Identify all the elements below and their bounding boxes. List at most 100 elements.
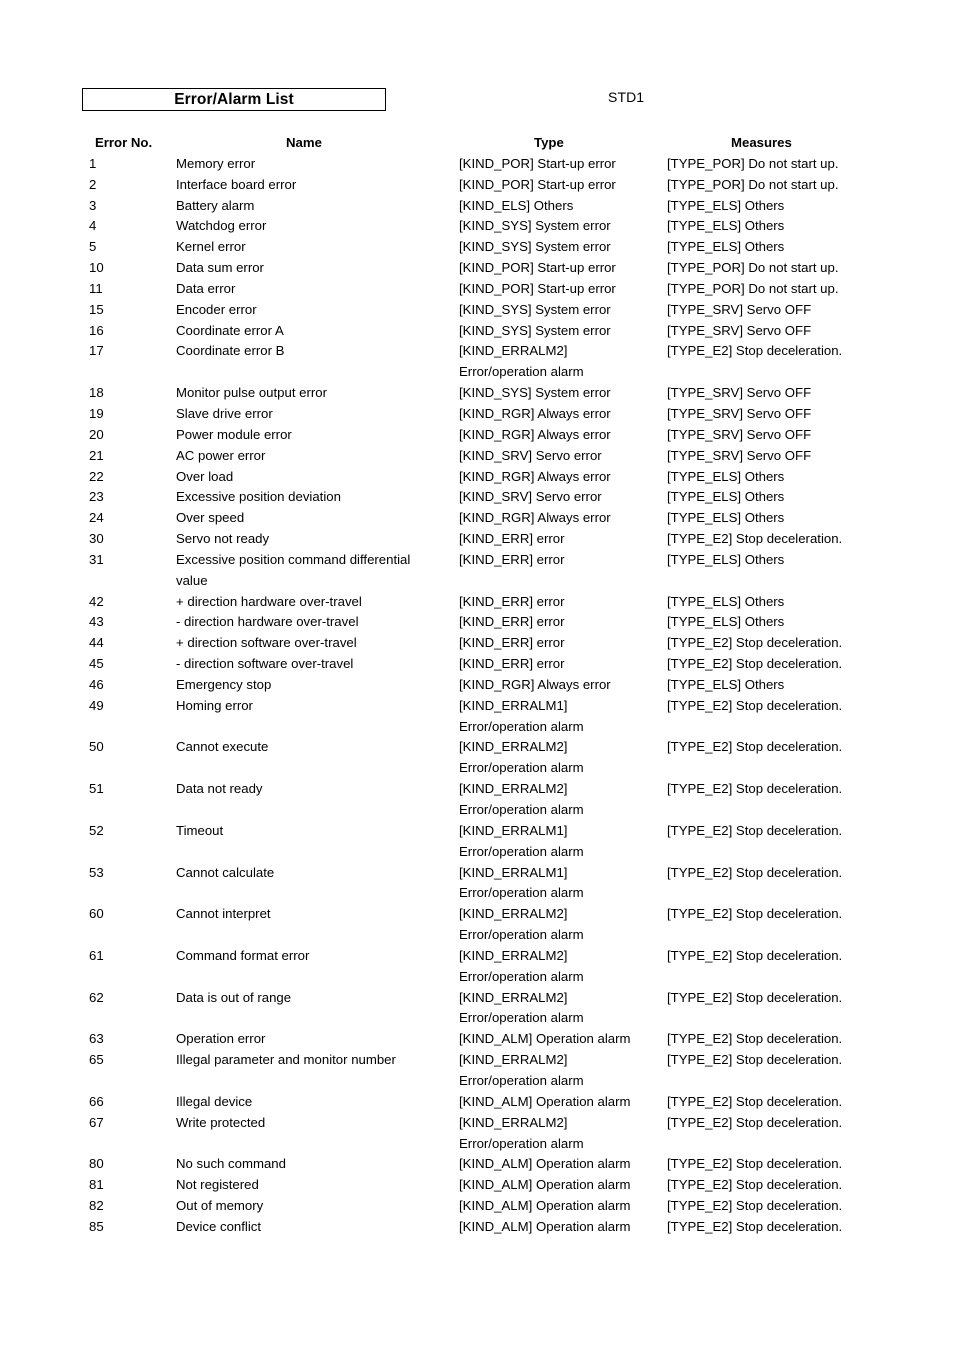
cell-name: Write protected [176,1114,266,1130]
cell-error-no: 23 [89,489,104,505]
cell-name: Monitor pulse output error [176,385,327,401]
cell-name: Excessive position deviation [176,489,341,505]
cell-error-no: 81 [89,1177,104,1193]
cell-type: [KIND_ALM] Operation alarm [459,1093,631,1109]
cell-type: [KIND_ERRALM2] [459,739,568,755]
table-row-continuation: Error/operation alarm [0,758,954,779]
cell-measures: [TYPE_SRV] Servo OFF [667,301,812,317]
cell-name: Command format error [176,947,310,963]
cell-name-continued: value [176,572,208,588]
cell-error-no: 2 [89,176,97,192]
table-row: 63 Operation error [KIND_ALM] Operation al… [0,1029,954,1050]
table-row: 46 Emergency stop [KIND_RGR] Always error [… [0,675,954,696]
cell-type: [KIND_SYS] System error [459,322,611,338]
cell-error-no: 51 [89,781,104,797]
table-row: 66 Illegal device [KIND_ALM] Operation ala… [0,1092,954,1113]
cell-error-no: 20 [89,426,104,442]
cell-error-no: 24 [89,510,104,526]
cell-name: Data not ready [176,781,263,797]
cell-type-continued: Error/operation alarm [459,1135,584,1151]
page-title: Error/Alarm List [174,90,294,108]
table-row-continuation: Error/operation alarm [0,925,954,946]
cell-name: + direction hardware over-travel [176,593,362,609]
table-row: 85 Device conflict [KIND_ALM] Operation al… [0,1217,954,1238]
cell-measures: [TYPE_SRV] Servo OFF [667,405,812,421]
cell-measures: [TYPE_ELS] Others [667,551,785,567]
cell-name: Coordinate error A [176,322,284,338]
cell-name: Servo not ready [176,531,270,547]
cell-type: [KIND_ERRALM2] [459,1052,568,1068]
cell-error-no: 10 [89,260,104,276]
cell-measures: [TYPE_E2] Stop deceleration. [667,635,843,651]
cell-measures: [TYPE_E2] Stop deceleration. [667,1177,843,1193]
cell-measures: [TYPE_E2] Stop deceleration. [667,739,843,755]
cell-measures: [TYPE_E2] Stop deceleration. [667,697,843,713]
cell-error-no: 63 [89,1031,104,1047]
table-row: 5 Kernel error [KIND_SYS] System error [TYP… [0,237,954,258]
table-row: 45 - direction software over-travel [KIND_… [0,654,954,675]
cell-error-no: 21 [89,447,104,463]
cell-name: Illegal parameter and monitor number [176,1052,396,1068]
cell-error-no: 50 [89,739,104,755]
page-title-box: Error/Alarm List [82,88,386,111]
cell-name: AC power error [176,447,266,463]
cell-name: Power module error [176,426,292,442]
table-row: 80 No such command [KIND_ALM] Operation al… [0,1154,954,1175]
table-row-continuation: Error/operation alarm [0,1134,954,1155]
cell-name: Data error [176,280,236,296]
cell-name: Excessive position command differential [176,551,411,567]
cell-error-no: 18 [89,385,104,401]
cell-measures: [TYPE_SRV] Servo OFF [667,322,812,338]
cell-type: [KIND_ERRALM2] [459,781,568,797]
table-row: 30 Servo not ready [KIND_ERR] error [TYPE_E… [0,529,954,550]
cell-type: [KIND_ALM] Operation alarm [459,1031,631,1047]
cell-error-no: 3 [89,197,97,213]
document-page: Error/Alarm List STD1 Error No. Name Typ… [0,0,954,1351]
cell-type: [KIND_SRV] Servo error [459,489,602,505]
cell-error-no: 80 [89,1156,104,1172]
table-row: 52 Timeout [KIND_ERRALM1] [TYPE_E2] Stop de… [0,821,954,842]
cell-name: Device conflict [176,1218,262,1234]
cell-measures: [TYPE_SRV] Servo OFF [667,447,812,463]
table-row: 60 Cannot interpret [KIND_ERRALM2] [TYPE_E2… [0,904,954,925]
cell-type: [KIND_ERRALM1] [459,864,568,880]
cell-type-continued: Error/operation alarm [459,760,584,776]
cell-type: [KIND_SRV] Servo error [459,447,602,463]
cell-error-no: 31 [89,551,104,567]
cell-measures: [TYPE_E2] Stop deceleration. [667,343,843,359]
cell-error-no: 46 [89,676,104,692]
cell-name: Battery alarm [176,197,255,213]
cell-type: [KIND_ERRALM1] [459,697,568,713]
cell-measures: [TYPE_ELS] Others [667,593,785,609]
table-row: 11 Data error [KIND_POR] Start-up error [TY… [0,279,954,300]
table-row: 17 Coordinate error B [KIND_ERRALM2] [TYPE_… [0,341,954,362]
table-row-continuation: Error/operation alarm [0,883,954,904]
cell-error-no: 5 [89,239,97,255]
cell-error-no: 44 [89,635,104,651]
cell-name: Illegal device [176,1093,253,1109]
cell-measures: [TYPE_E2] Stop deceleration. [667,1218,843,1234]
cell-name: Interface board error [176,176,297,192]
cell-measures: [TYPE_E2] Stop deceleration. [667,822,843,838]
cell-measures: [TYPE_E2] Stop deceleration. [667,531,843,547]
cell-type: [KIND_RGR] Always error [459,426,611,442]
cell-error-no: 17 [89,343,104,359]
cell-error-no: 1 [89,155,97,171]
table-row: 22 Over load [KIND_RGR] Always error [TYPE_… [0,467,954,488]
cell-type: [KIND_ERRALM2] [459,343,568,359]
cell-type: [KIND_ERR] error [459,531,565,547]
cell-error-no: 67 [89,1114,104,1130]
cell-type: [KIND_POR] Start-up error [459,260,616,276]
cell-measures: [TYPE_E2] Stop deceleration. [667,947,843,963]
cell-type-continued: Error/operation alarm [459,843,584,859]
cell-measures: [TYPE_ELS] Others [667,468,785,484]
table-row-continuation: Error/operation alarm [0,1008,954,1029]
cell-error-no: 11 [89,280,103,296]
table-row-continuation: value [0,571,954,592]
cell-type: [KIND_POR] Start-up error [459,280,616,296]
table-row-continuation: Error/operation alarm [0,800,954,821]
cell-error-no: 66 [89,1093,104,1109]
cell-measures: [TYPE_E2] Stop deceleration. [667,989,843,1005]
cell-type: [KIND_ERRALM2] [459,947,568,963]
cell-error-no: 30 [89,531,104,547]
